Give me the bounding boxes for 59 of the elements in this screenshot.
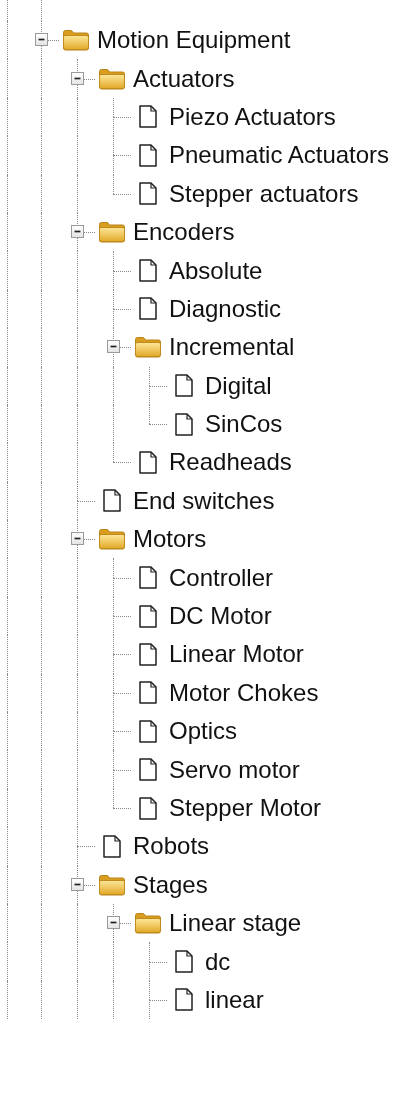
tree-item[interactable]: Stages [133,872,208,897]
folder-icon [98,528,126,551]
collapse-icon[interactable] [71,225,84,239]
document-icon [139,259,157,283]
document-icon [139,182,157,206]
folder-icon [134,336,162,359]
tree-item[interactable]: Diagnostic [169,296,282,321]
tree-item[interactable]: Absolute [169,258,263,283]
document-icon [103,489,121,513]
document-icon [175,412,193,436]
tree-item[interactable]: Piezo Actuators [169,104,336,129]
document-icon [175,988,193,1012]
collapse-icon[interactable] [71,71,84,85]
tree-item[interactable]: Incremental [169,335,295,360]
document-icon [139,143,157,167]
document-icon [175,950,193,974]
tree-item[interactable]: Readheads [169,450,292,475]
tree-item[interactable]: Linear stage [169,911,302,936]
folder-icon [134,912,162,935]
tree-item[interactable]: Pneumatic Actuators [169,143,390,168]
folder-icon [98,873,126,896]
tree-item[interactable]: SinCos [205,412,283,437]
tree-item[interactable]: Servo motor [169,757,300,782]
tree-item[interactable]: Encoders [133,220,235,245]
document-icon [139,105,157,129]
collapse-icon[interactable] [35,33,48,47]
document-icon [139,719,157,743]
collapse-icon[interactable] [71,532,84,546]
tree-item[interactable]: Linear Motor [169,642,304,667]
tree-item[interactable]: Stepper actuators [169,181,359,206]
tree-item[interactable]: dc [205,949,231,974]
document-icon [103,834,121,858]
folder-icon [98,221,126,244]
tree-item[interactable]: Motor Chokes [169,680,319,705]
document-icon [139,566,157,590]
tree-item[interactable]: DC Motor [169,604,272,629]
document-icon [139,758,157,782]
document-icon [139,681,157,705]
folder-icon [62,29,90,52]
document-icon [139,604,157,628]
document-icon [175,374,193,398]
tree-item[interactable]: linear [205,987,264,1012]
tree-item[interactable]: Digital [205,373,272,398]
tree-item[interactable]: End switches [133,488,275,513]
document-icon [139,796,157,820]
tree-item[interactable]: Robots [133,834,210,859]
folder-icon [98,67,126,90]
collapse-icon[interactable] [107,916,120,930]
tree-item[interactable]: Actuators [133,66,235,91]
document-icon [139,451,157,474]
tree-item[interactable]: Stepper Motor [169,796,322,820]
tree-item[interactable]: Optics [169,719,237,744]
tree-item[interactable]: Motors [133,527,207,552]
collapse-icon[interactable] [107,340,120,354]
tree-item[interactable]: Controller [169,565,274,590]
collapse-icon[interactable] [71,877,84,891]
document-icon [139,642,157,666]
tree-item[interactable]: Motion Equipment [97,28,291,53]
document-icon [139,297,157,321]
